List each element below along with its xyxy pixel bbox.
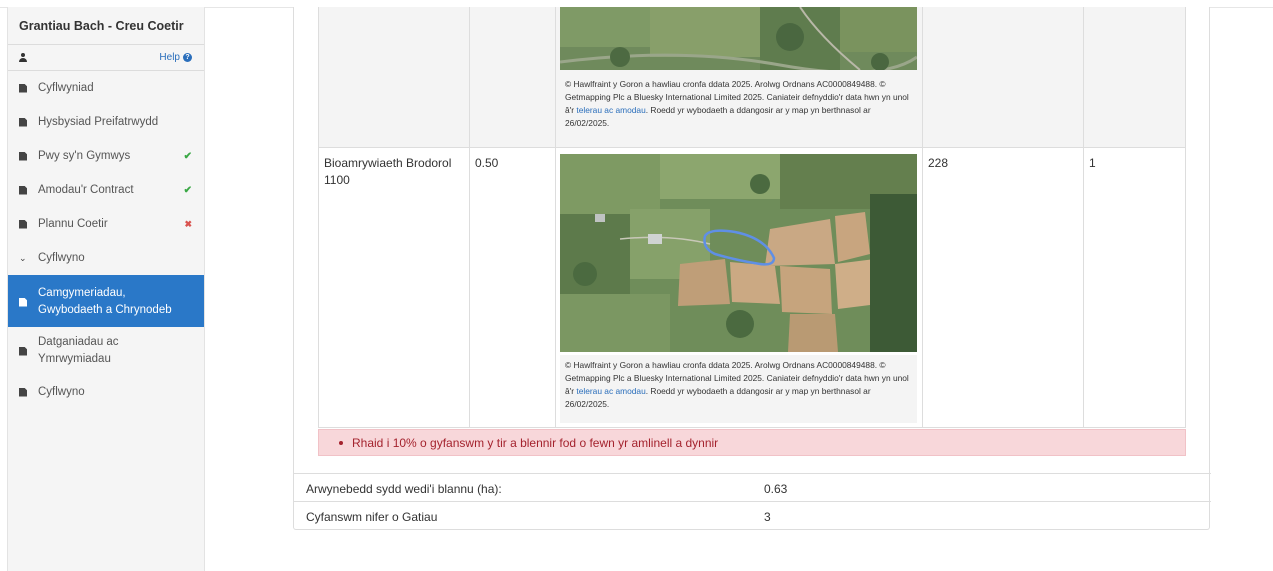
sidebar-item-pwy-syn-gymwys[interactable]: Pwy sy'n Gymwys ✔ xyxy=(8,139,204,173)
sidebar-item-label: Hysbysiad Preifatrwydd xyxy=(38,116,159,128)
help-icon: ? xyxy=(183,53,192,62)
sidebar-item-amodaur-contract[interactable]: Amodau'r Contract ✔ xyxy=(8,173,204,207)
sidebar-item-hysbysiad-preifatrwydd[interactable]: Hysbysiad Preifatrwydd xyxy=(8,105,204,139)
cell-area xyxy=(470,7,556,147)
cell-col5 xyxy=(1084,7,1186,147)
error-alert: Rhaid i 10% o gyfanswm y tir a blennir f… xyxy=(318,429,1186,456)
help-link[interactable]: Help ? xyxy=(159,52,192,63)
cell-map: © Hawlfraint y Goron a hawliau cronfa dd… xyxy=(556,148,923,427)
error-message: Rhaid i 10% o gyfanswm y tir a blennir f… xyxy=(352,435,719,450)
cell-col4: 228 xyxy=(923,148,1084,427)
sidebar-item-plannu-coetir[interactable]: Plannu Coetir ✖ xyxy=(8,207,204,241)
document-icon xyxy=(19,83,27,93)
cell-col5: 1 xyxy=(1084,148,1186,427)
document-icon xyxy=(19,117,27,127)
sidebar-item-label: Cyflwyno xyxy=(38,386,85,398)
document-icon xyxy=(19,151,27,161)
sidebar-item-datganiadau[interactable]: Datganiadau ac Ymrwymiadau xyxy=(8,327,204,375)
cell-name: Bioamrywiaeth Brodorol 1100 xyxy=(318,148,470,427)
map-copyright-caption: © Hawlfraint y Goron a hawliau cronfa dd… xyxy=(560,74,917,140)
document-icon xyxy=(19,387,27,397)
sidebar-item-label: Cyflwyno xyxy=(38,252,85,264)
main-panel: © Hawlfraint y Goron a hawliau cronfa dd… xyxy=(293,7,1211,530)
document-icon xyxy=(19,346,27,356)
cell-map: © Hawlfraint y Goron a hawliau cronfa dd… xyxy=(556,7,923,147)
summary-value: 3 xyxy=(764,510,771,524)
trees-count: 228 xyxy=(928,156,949,170)
summary-label: Cyfanswm nifer o Gatiau xyxy=(306,510,438,524)
sidebar-item-label: Amodau'r Contract xyxy=(38,184,134,196)
sidebar-item-cyflwyno[interactable]: Cyflwyno xyxy=(8,375,204,409)
sidebar-item-label: Pwy sy'n Gymwys xyxy=(38,150,131,162)
document-icon xyxy=(19,219,27,229)
planting-area: 0.50 xyxy=(475,156,499,170)
cell-col4 xyxy=(923,7,1084,147)
sidebar-item-label: Plannu Coetir xyxy=(38,218,108,230)
summary-value: 0.63 xyxy=(764,482,788,496)
document-icon xyxy=(19,297,27,307)
table-row: © Hawlfraint y Goron a hawliau cronfa dd… xyxy=(318,7,1186,148)
aerial-map-image xyxy=(560,154,917,352)
check-icon: ✔ xyxy=(183,150,192,162)
cross-icon: ✖ xyxy=(184,218,192,229)
bullet-icon xyxy=(339,440,343,445)
document-icon xyxy=(19,185,27,195)
sidebar-group-cyflwyno[interactable]: ⌄ Cyflwyno xyxy=(8,241,204,275)
sidebar-user-bar: Help ? xyxy=(8,45,204,71)
sidebar-item-cyflwyniad[interactable]: Cyflwyniad xyxy=(8,71,204,105)
cell-area: 0.50 xyxy=(470,148,556,427)
summary-row-total-gates: Cyfanswm nifer o Gatiau 3 xyxy=(294,501,1211,529)
map-copyright-caption: © Hawlfraint y Goron a hawliau cronfa dd… xyxy=(560,355,917,423)
sidebar: Grantiau Bach - Creu Coetir Help ? Cyflw… xyxy=(7,7,205,571)
terms-link[interactable]: telerau ac amodau xyxy=(576,386,645,396)
table-row: Bioamrywiaeth Brodorol 1100 0.50 © Hawlf… xyxy=(318,148,1186,428)
summary-label: Arwynebedd sydd wedi'i blannu (ha): xyxy=(306,482,502,496)
summary-row-planted-area: Arwynebedd sydd wedi'i blannu (ha): 0.63 xyxy=(294,473,1211,501)
chevron-down-icon: ⌄ xyxy=(19,252,27,263)
user-icon[interactable] xyxy=(19,53,27,62)
sidebar-item-label: Camgymeriadau, Gwybodaeth a Chrynodeb xyxy=(38,287,172,316)
terms-link[interactable]: telerau ac amodau xyxy=(576,105,645,115)
gates-count: 1 xyxy=(1089,156,1096,170)
sidebar-title: Grantiau Bach - Creu Coetir xyxy=(8,7,204,45)
aerial-map-image xyxy=(560,7,917,70)
check-icon: ✔ xyxy=(183,184,192,196)
help-label: Help xyxy=(159,52,180,63)
sidebar-item-label: Datganiadau ac Ymrwymiadau xyxy=(38,336,119,365)
sidebar-item-label: Cyflwyniad xyxy=(38,82,94,94)
sidebar-item-camgymeriadau[interactable]: Camgymeriadau, Gwybodaeth a Chrynodeb xyxy=(8,275,204,327)
cell-name xyxy=(318,7,470,147)
planting-name: Bioamrywiaeth Brodorol 1100 xyxy=(324,156,452,187)
